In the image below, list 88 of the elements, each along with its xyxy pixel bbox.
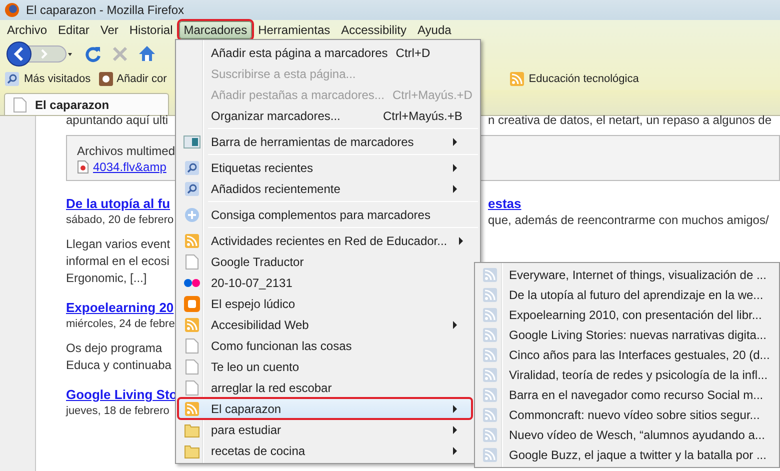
menu-item[interactable]: Etiquetas recientes bbox=[178, 157, 472, 178]
post-title-link[interactable]: De la utopía al fu bbox=[66, 195, 176, 213]
menu-item[interactable]: Ayuda bbox=[412, 21, 456, 39]
page-icon bbox=[185, 338, 199, 354]
menu-item[interactable]: Barra de herramientas de marcadores bbox=[178, 131, 472, 152]
folder-icon bbox=[184, 442, 200, 458]
page-icon bbox=[185, 380, 199, 396]
menu-item[interactable]: Organizar marcadores... Ctrl+Mayús.+B bbox=[178, 105, 472, 126]
menu-item[interactable]: 20-10-07_2131 bbox=[178, 272, 472, 293]
file-link[interactable]: 4034.flv&amp bbox=[77, 160, 166, 174]
body-text: n creativa de datos, el netart, un repaso a algunos de bbox=[488, 112, 773, 129]
browser-logo-icon bbox=[4, 2, 20, 18]
menu-item[interactable]: Como funcionan las cosas bbox=[178, 335, 472, 356]
menu-item[interactable]: Archivo bbox=[2, 21, 52, 39]
toolbar-icon bbox=[183, 134, 201, 148]
feed-icon bbox=[482, 407, 498, 423]
menu-item[interactable]: El espejo lúdico bbox=[178, 293, 472, 314]
feed-icon bbox=[482, 427, 498, 443]
feed-icon bbox=[184, 232, 200, 248]
body-text: informal en el ecosi bbox=[66, 253, 170, 270]
page-icon bbox=[13, 96, 27, 112]
menu-item[interactable]: Herramientas bbox=[253, 21, 336, 39]
menu-item[interactable]: Historial bbox=[124, 21, 178, 39]
menu-item[interactable]: Google Living Stories: nuevas narrativas digita... bbox=[477, 325, 777, 345]
menu-item[interactable]: Nuevo vídeo de Wesch, “alumnos ayudando a... bbox=[477, 425, 777, 445]
feed-icon bbox=[482, 307, 498, 323]
menu-item[interactable]: arreglar la red escobar bbox=[178, 377, 472, 398]
menu-item[interactable]: Editar bbox=[53, 21, 94, 39]
file-icon bbox=[77, 160, 89, 174]
search-icon bbox=[184, 160, 200, 176]
feed-icon bbox=[184, 316, 200, 332]
menu-item[interactable]: Accesibilidad Web bbox=[178, 314, 472, 335]
menu-item[interactable]: Everyware, Internet of things, visualización de ... bbox=[477, 265, 777, 285]
body-text: Educa y continuaba bbox=[66, 357, 172, 374]
feed-icon bbox=[482, 387, 498, 403]
home-icon[interactable] bbox=[138, 45, 156, 63]
menu-item[interactable]: recetas de cocina bbox=[178, 440, 472, 461]
post-date: sábado, 20 de febrero bbox=[66, 213, 175, 228]
post-date: miércoles, 24 de febre bbox=[66, 317, 176, 332]
post-title-link[interactable]: Expoelearning 20 bbox=[66, 299, 176, 317]
search-icon bbox=[4, 71, 20, 87]
menu-item[interactable]: Ver bbox=[95, 21, 124, 39]
menu-item[interactable]: Te leo un cuento bbox=[178, 356, 472, 377]
feed-icon bbox=[482, 367, 498, 383]
post-title-link[interactable]: estas bbox=[488, 195, 780, 213]
search-icon bbox=[184, 180, 200, 196]
body-text: que, además de reencontrarme con muchos amigos/ bbox=[488, 213, 770, 228]
feed-icon bbox=[482, 347, 498, 363]
plus-icon bbox=[184, 206, 200, 222]
page-icon bbox=[185, 254, 199, 270]
menu-item[interactable]: Marcadores bbox=[178, 21, 252, 39]
menu-item[interactable]: Añadir esta página a marcadores Ctrl+D bbox=[178, 42, 472, 63]
bookmark-link[interactable]: Educación tecnológica bbox=[508, 71, 639, 87]
menu-item[interactable]: Añadidos recientemente bbox=[178, 178, 472, 199]
body-text: Ergonomic, [...] bbox=[66, 270, 148, 287]
menu-item[interactable]: De la utopía al futuro del aprendizaje en la we... bbox=[477, 285, 777, 305]
reload-icon[interactable] bbox=[84, 45, 102, 63]
folder-icon bbox=[184, 422, 200, 438]
window-title: El caparazon - Mozilla Firefox bbox=[26, 3, 184, 17]
body-text: Llegan varios event bbox=[66, 236, 172, 253]
menu-item[interactable]: El caparazon bbox=[178, 398, 472, 419]
feed-icon bbox=[508, 71, 525, 87]
back-button-icon[interactable] bbox=[6, 41, 74, 67]
menu-item[interactable]: Cinco años para las Interfaces gestuales, 20 (d... bbox=[477, 345, 777, 365]
menu-item[interactable]: para estudiar bbox=[178, 419, 472, 440]
menu-item[interactable]: Consiga complementos para marcadores bbox=[178, 204, 472, 225]
bookmark-link[interactable]: Añadir cor bbox=[98, 72, 167, 86]
body-text: Os dejo programa bbox=[66, 340, 164, 357]
feed-icon bbox=[482, 327, 498, 343]
menu-item[interactable]: Actividades recientes en Red de Educador... bbox=[178, 230, 472, 251]
dots-icon bbox=[183, 278, 201, 288]
menu-item[interactable]: Expoelearning 2010, con presentación del libr... bbox=[477, 305, 777, 325]
bookmark-link[interactable]: Más visitados bbox=[4, 71, 91, 87]
menu-item[interactable]: Viralidad, teoría de redes y psicología de la infl... bbox=[477, 365, 777, 385]
feed-icon bbox=[482, 287, 498, 303]
feed-icon bbox=[482, 447, 498, 463]
menu-item[interactable]: Google Traductor bbox=[178, 251, 472, 272]
page-icon bbox=[185, 358, 199, 374]
browser-tab[interactable]: El caparazon bbox=[4, 93, 169, 115]
attachments-title: Archivos multimed bbox=[77, 144, 176, 158]
feed-icon bbox=[482, 267, 498, 283]
menu-item[interactable]: Barra en el navegador como recurso Social m... bbox=[477, 385, 777, 405]
body-text: apuntando aquí ulti bbox=[66, 112, 170, 129]
feed-icon bbox=[184, 400, 200, 416]
menu-item[interactable]: Accessibility bbox=[336, 21, 412, 39]
post-date: jueves, 18 de febrero bbox=[66, 404, 170, 419]
menu-item[interactable]: Commoncraft: nuevo vídeo sobre sitios segur... bbox=[477, 405, 777, 425]
menu-item[interactable]: Google Buzz, el jaque a twitter y la batalla por ... bbox=[477, 445, 777, 465]
